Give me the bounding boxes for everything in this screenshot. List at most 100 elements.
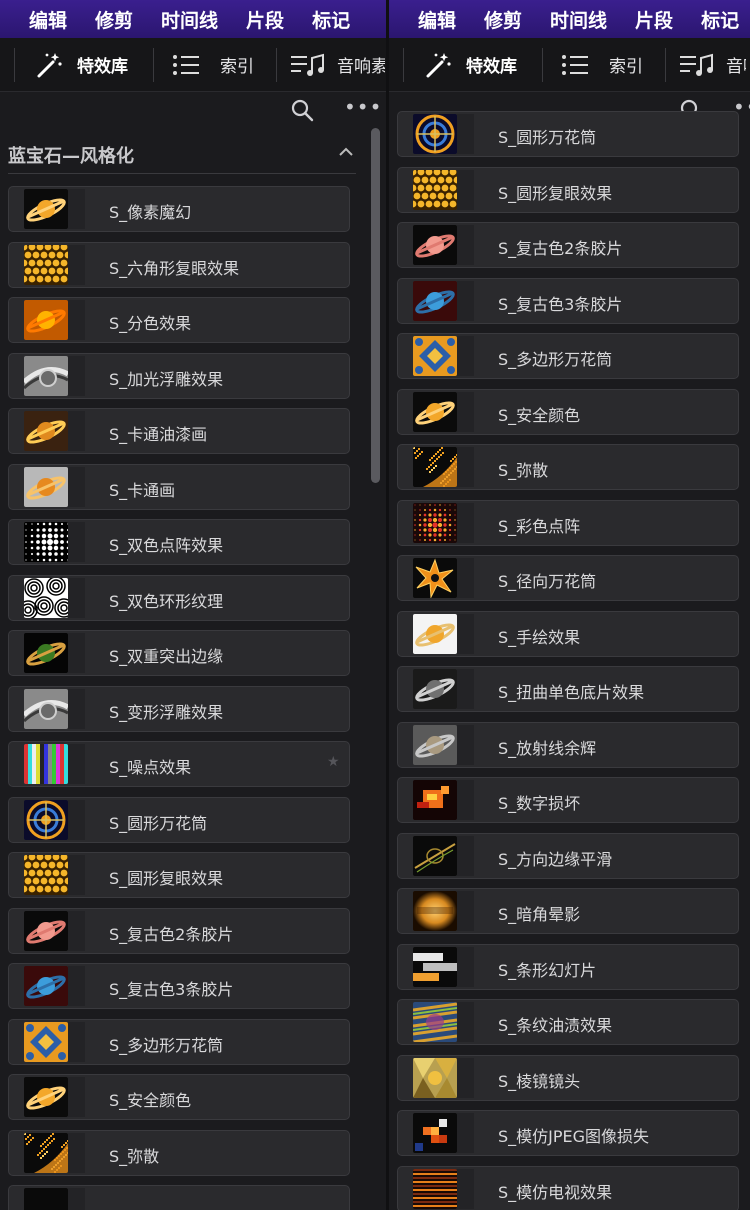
effect-list-item[interactable]: S_放射线余辉 xyxy=(397,721,739,768)
more-options-button[interactable]: ••• xyxy=(344,95,382,119)
effect-list-item[interactable]: S_模仿电视效果 xyxy=(397,1165,739,1210)
effect-list-item[interactable]: S_双色环形纹理 xyxy=(8,574,350,621)
menu-item[interactable]: 时间线 xyxy=(161,6,218,33)
effect-list-item[interactable]: S_复古色2条胶片 xyxy=(397,222,739,268)
scrollbar-thumb[interactable] xyxy=(371,128,380,483)
effect-list-item[interactable]: S_条纹油渍效果 xyxy=(397,999,739,1045)
effect-label: S_加光浮雕效果 xyxy=(109,369,224,389)
tab-sound-library-label: 音响素 xyxy=(337,57,385,77)
effect-list-item[interactable]: S_圆形万花筒 xyxy=(397,111,739,157)
menu-item[interactable]: 修剪 xyxy=(484,6,522,33)
effect-list-item[interactable]: S_卡通画 xyxy=(8,463,350,510)
category-header[interactable]: 蓝宝石—风格化 xyxy=(8,138,356,174)
menu-item[interactable]: 编辑 xyxy=(418,6,456,33)
effect-list-item[interactable]: S_复古色2条胶片 xyxy=(8,907,350,954)
effect-thumbnail xyxy=(24,522,68,562)
effect-list-item[interactable]: S_安全颜色 xyxy=(8,1074,350,1120)
menu-item[interactable]: 片段 xyxy=(635,6,673,33)
thumbnail-shade xyxy=(68,577,85,618)
effect-thumbnail xyxy=(24,910,68,951)
effect-list-item[interactable]: S_加光浮雕效果 xyxy=(8,352,350,399)
effect-thumbnail xyxy=(24,411,68,451)
effect-thumbnail xyxy=(413,114,457,154)
effect-list-item[interactable]: S_复古色3条胶片 xyxy=(397,277,739,324)
thumbnail-shade xyxy=(457,114,474,154)
chevron-up-icon[interactable] xyxy=(338,144,354,160)
effect-label: S_复古色3条胶片 xyxy=(109,980,234,999)
tab-effects-library[interactable]: 特效库 xyxy=(404,38,542,92)
tab-sound-library[interactable]: 音响 xyxy=(666,38,746,92)
effect-list-item[interactable]: S_复古色3条胶片 xyxy=(8,963,350,1009)
effect-list-item[interactable]: S_变形浮雕效果 xyxy=(8,685,350,732)
effect-thumbnail xyxy=(24,966,68,1006)
effect-thumbnail xyxy=(413,724,457,765)
effect-thumbnail xyxy=(413,1168,457,1209)
thumbnail-shade xyxy=(68,966,85,1006)
effect-list-item[interactable]: S_暗角晕影 xyxy=(397,888,739,934)
effect-list-item[interactable]: S_双重突出边缘 xyxy=(8,630,350,676)
effect-label: S_复古色2条胶片 xyxy=(498,239,623,258)
effect-list-item[interactable]: S_棱镜镜头 xyxy=(397,1054,739,1101)
menu-item[interactable]: 标记 xyxy=(701,6,739,33)
tab-index[interactable]: 索引 xyxy=(154,38,276,92)
effect-list-item[interactable]: S_弥散 xyxy=(397,444,739,490)
effect-label: S_卡通画 xyxy=(109,480,176,500)
thumbnail-shade xyxy=(457,1057,474,1098)
effect-thumbnail xyxy=(413,780,457,820)
effect-thumbnail xyxy=(413,336,457,376)
effect-list-item[interactable]: S_径向万花筒 xyxy=(397,555,739,601)
tab-effects-library-label: 特效库 xyxy=(466,57,517,77)
effect-label: S_模仿电视效果 xyxy=(498,1182,613,1202)
thumbnail-shade xyxy=(457,225,474,265)
effect-thumbnail xyxy=(24,1188,68,1210)
menu-item[interactable]: 时间线 xyxy=(550,6,607,33)
effect-list-item[interactable]: S_弥散 xyxy=(8,1129,350,1176)
thumbnail-shade xyxy=(457,1113,474,1153)
effect-list-item[interactable]: S_扭曲单色底片效果 xyxy=(397,666,739,712)
effect-label: S_模仿JPEG图像损失 xyxy=(498,1127,650,1146)
menu-item[interactable]: 编辑 xyxy=(29,6,67,33)
tab-index[interactable]: 索引 xyxy=(543,38,665,92)
effect-label: S_双色环形纹理 xyxy=(109,591,224,611)
menu-item[interactable]: 标记 xyxy=(312,6,350,33)
menu-item[interactable]: 片段 xyxy=(246,6,284,33)
effect-list-item[interactable]: S_像素魔幻 xyxy=(8,186,350,232)
tab-effects-library[interactable]: 特效库 xyxy=(15,38,153,92)
effect-thumbnail xyxy=(413,169,457,210)
search-icon[interactable] xyxy=(290,98,314,122)
effect-list-item[interactable]: S_数字损坏 xyxy=(397,777,739,823)
effect-list-item[interactable]: S_双色点阵效果 xyxy=(8,519,350,565)
thumbnail-shade xyxy=(457,891,474,931)
effect-list-item[interactable]: S_条形幻灯片 xyxy=(397,943,739,990)
effect-list-item[interactable]: S_分色效果 xyxy=(8,297,350,343)
effect-label: S_多边形万花筒 xyxy=(109,1035,224,1055)
thumbnail-shade xyxy=(68,1077,85,1117)
effect-thumbnail xyxy=(413,225,457,265)
effect-label: S_复古色2条胶片 xyxy=(109,924,234,944)
effect-label: S_卡通油漆画 xyxy=(109,425,208,444)
effect-list-item[interactable]: S_卡通油漆画 xyxy=(8,408,350,454)
effect-list-item[interactable]: S_方向边缘平滑 xyxy=(397,832,739,879)
effect-label: S_噪点效果 xyxy=(109,758,192,777)
thumbnail-shade xyxy=(457,724,474,765)
effect-label: S_六角形复眼效果 xyxy=(109,258,240,278)
effect-list-item[interactable] xyxy=(8,1185,350,1210)
effect-list-item[interactable]: S_多边形万花筒 xyxy=(8,1018,350,1065)
effect-list-item[interactable]: S_手绘效果 xyxy=(397,610,739,657)
effect-list-item[interactable]: S_圆形复眼效果 xyxy=(8,852,350,898)
effect-list-item[interactable]: S_安全颜色 xyxy=(397,388,739,435)
effect-list-item[interactable]: S_圆形复眼效果 xyxy=(397,166,739,213)
magic-wand-icon xyxy=(37,52,62,77)
effect-list-item[interactable]: S_六角形复眼效果 xyxy=(8,241,350,288)
effect-label: S_双色点阵效果 xyxy=(109,536,224,555)
effect-list-item[interactable]: S_彩色点阵 xyxy=(397,499,739,546)
menu-item[interactable]: 修剪 xyxy=(95,6,133,33)
thumbnail-shade xyxy=(457,502,474,543)
effect-list-item[interactable]: S_模仿JPEG图像损失 xyxy=(397,1110,739,1156)
tab-sound-library[interactable]: 音响素 xyxy=(277,38,385,92)
effect-list-item[interactable]: S_噪点效果 ★ xyxy=(8,741,350,787)
favorite-star-icon[interactable]: ★ xyxy=(327,754,340,770)
effect-list-item[interactable]: S_圆形万花筒 xyxy=(8,796,350,843)
tab-effects-library-label: 特效库 xyxy=(77,57,128,77)
effect-list-item[interactable]: S_多边形万花筒 xyxy=(397,333,739,379)
